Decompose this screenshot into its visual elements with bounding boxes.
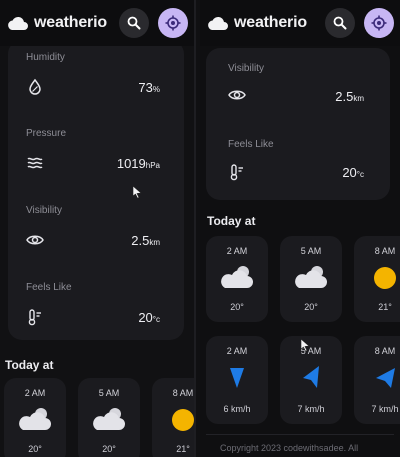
search-icon: [333, 16, 347, 30]
current-location-button[interactable]: [158, 8, 188, 38]
pressure-value: 1019hPa: [116, 156, 160, 171]
hour-time: 5 AM: [300, 246, 322, 256]
footer-divider: [206, 434, 394, 435]
thermometer-icon: [28, 309, 41, 326]
mouse-cursor-icon: [132, 185, 142, 199]
right-panel: weatherio Visibility 2.5km Feels Like 20…: [200, 0, 400, 457]
hour-card: 8 AM 21°: [354, 236, 400, 322]
today-at-title: Today at: [5, 358, 54, 372]
wind-direction-icon: [230, 368, 244, 388]
today-at-title: Today at: [207, 214, 256, 228]
wave-icon: [27, 157, 43, 169]
sun-icon: [172, 409, 194, 431]
logo[interactable]: weatherio: [6, 14, 107, 32]
wind-card: 5 AM 7 km/h: [280, 336, 342, 424]
cloud-moon-icon: [93, 408, 125, 430]
mouse-cursor-icon: [300, 338, 310, 352]
feels-like-value: 20°c: [138, 310, 160, 325]
wind-direction-icon: [303, 366, 319, 388]
wind-time: 8 AM: [374, 346, 396, 356]
cloud-moon-icon: [221, 266, 253, 288]
logo[interactable]: weatherio: [206, 14, 307, 32]
wind-speed: 6 km/h: [223, 404, 251, 414]
crosshair-icon: [371, 15, 387, 31]
hour-time: 2 AM: [226, 246, 248, 256]
cloud-logo-icon: [8, 16, 28, 30]
cloud-logo-icon: [208, 16, 228, 30]
hour-temp: 20°: [28, 444, 42, 454]
pressure-label: Pressure: [26, 128, 67, 139]
search-button[interactable]: [325, 8, 355, 38]
wind-time: 5 AM: [300, 346, 322, 356]
header: weatherio: [200, 0, 400, 46]
hour-card: 2 AM 20°: [206, 236, 268, 322]
humidity-value: 73%: [138, 80, 160, 95]
feels-like-label: Feels Like: [26, 282, 72, 293]
eye-icon: [228, 90, 246, 100]
wind-speed: 7 km/h: [371, 404, 399, 414]
search-icon: [127, 16, 141, 30]
visibility-value: 2.5km: [131, 233, 160, 248]
feels-like-value: 20°c: [342, 165, 364, 180]
wind-card: 8 AM 7 km/h: [354, 336, 400, 424]
footer-copyright: Copyright 2023 codewithsadee. All: [220, 443, 359, 453]
hour-time: 2 AM: [24, 388, 46, 398]
hour-card: 5 AM 20°: [280, 236, 342, 322]
visibility-label: Visibility: [26, 205, 62, 216]
wind-time: 2 AM: [226, 346, 248, 356]
hour-temp: 21°: [176, 444, 190, 454]
hour-card: 2 AM 20°: [4, 378, 66, 457]
cloud-moon-icon: [295, 266, 327, 288]
hour-time: 8 AM: [172, 388, 194, 398]
humidity-drop-icon: [29, 78, 41, 95]
app-name: weatherio: [234, 14, 307, 31]
hour-temp: 20°: [304, 302, 318, 312]
app-name: weatherio: [34, 14, 107, 31]
humidity-label: Humidity: [26, 52, 65, 63]
feels-like-label: Feels Like: [228, 139, 274, 150]
hour-temp: 20°: [230, 302, 244, 312]
current-location-button[interactable]: [364, 8, 394, 38]
visibility-value: 2.5km: [335, 89, 364, 104]
crosshair-icon: [165, 15, 181, 31]
search-button[interactable]: [119, 8, 149, 38]
hour-time: 8 AM: [374, 246, 396, 256]
hour-temp: 21°: [378, 302, 392, 312]
cloud-moon-icon: [19, 408, 51, 430]
thermometer-icon: [230, 164, 243, 181]
visibility-label: Visibility: [228, 63, 264, 74]
sun-icon: [374, 267, 396, 289]
header: weatherio: [0, 0, 194, 46]
wind-speed: 7 km/h: [297, 404, 325, 414]
hour-time: 5 AM: [98, 388, 120, 398]
screenshot: weatherio Humidity 73% Pressure 1019hPa …: [0, 0, 400, 457]
hour-card: 5 AM 20°: [78, 378, 140, 457]
hour-card: 8 AM 21°: [152, 378, 194, 457]
wind-direction-icon: [376, 368, 395, 388]
left-panel: weatherio Humidity 73% Pressure 1019hPa …: [0, 0, 196, 457]
hour-temp: 20°: [102, 444, 116, 454]
wind-card: 2 AM 6 km/h: [206, 336, 268, 424]
eye-icon: [26, 235, 44, 245]
